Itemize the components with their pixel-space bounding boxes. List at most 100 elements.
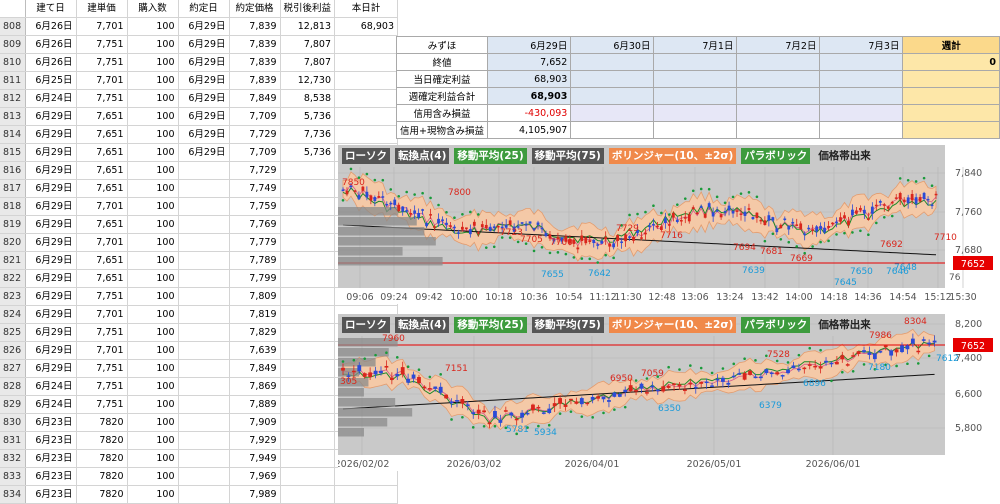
summary-value[interactable]: 68,903 <box>486 87 572 105</box>
row-number[interactable]: 830 <box>0 413 26 432</box>
cell[interactable]: 6月29日 <box>178 89 230 108</box>
table-row[interactable]: 811 6月25日 7,701 100 6月29日 7,839 12,730 <box>0 71 399 90</box>
cell[interactable] <box>334 35 399 54</box>
column-header[interactable]: 約定日 <box>178 0 230 18</box>
row-number[interactable]: 820 <box>0 233 26 252</box>
cell[interactable]: 100 <box>127 107 179 126</box>
row-number[interactable]: 831 <box>0 431 26 450</box>
table-row[interactable]: 810 6月26日 7,751 100 6月29日 7,839 7,807 <box>0 53 399 72</box>
cell[interactable]: 6月29日 <box>25 233 77 252</box>
cell[interactable]: 5,736 <box>280 107 336 126</box>
cell[interactable]: 7,751 <box>76 53 128 72</box>
cell[interactable]: 7,869 <box>229 377 281 396</box>
row-number[interactable]: 812 <box>0 89 26 108</box>
cell[interactable]: 7,769 <box>229 215 281 234</box>
cell[interactable] <box>334 53 399 72</box>
table-row[interactable]: 813 6月29日 7,651 100 6月29日 7,709 5,736 <box>0 107 399 126</box>
cell[interactable]: 7,839 <box>229 71 281 90</box>
cell[interactable] <box>280 431 336 450</box>
row-number[interactable]: 810 <box>0 53 26 72</box>
summary-week-value[interactable]: 0 <box>902 53 1000 71</box>
row-number[interactable]: 829 <box>0 395 26 414</box>
summary-empty-cell[interactable] <box>736 87 821 105</box>
row-number[interactable]: 821 <box>0 251 26 270</box>
summary-value[interactable]: 7,652 <box>486 53 572 71</box>
summary-empty-cell[interactable] <box>819 104 904 122</box>
cell[interactable]: 8,538 <box>280 89 336 108</box>
cell[interactable] <box>334 125 399 144</box>
cell[interactable]: 100 <box>127 269 179 288</box>
cell[interactable]: 7,651 <box>76 107 128 126</box>
cell[interactable] <box>280 449 336 468</box>
cell[interactable]: 7,751 <box>76 395 128 414</box>
cell[interactable] <box>334 89 399 108</box>
summary-empty-cell[interactable] <box>653 53 738 71</box>
summary-empty-cell[interactable] <box>570 53 655 71</box>
cell[interactable]: 7,736 <box>280 125 336 144</box>
table-row[interactable]: 812 6月24日 7,751 100 6月29日 7,849 8,538 <box>0 89 399 108</box>
cell[interactable]: 6月23日 <box>25 413 77 432</box>
cell[interactable] <box>334 107 399 126</box>
summary-empty-cell[interactable] <box>570 87 655 105</box>
cell[interactable]: 7,751 <box>76 377 128 396</box>
summary-empty-cell[interactable] <box>653 104 738 122</box>
cell[interactable] <box>178 413 230 432</box>
summary-row-label[interactable]: 週確定利益合計 <box>396 87 488 105</box>
cell[interactable]: 7,849 <box>229 359 281 378</box>
column-header[interactable]: 本日計 <box>334 0 399 18</box>
cell[interactable]: 7820 <box>76 431 128 450</box>
summary-empty-cell[interactable] <box>819 87 904 105</box>
cell[interactable]: 100 <box>127 215 179 234</box>
cell[interactable]: 6月26日 <box>25 17 77 36</box>
row-number[interactable]: 822 <box>0 269 26 288</box>
cell[interactable]: 7,651 <box>76 215 128 234</box>
cell[interactable] <box>178 251 230 270</box>
cell[interactable] <box>334 71 399 90</box>
cell[interactable]: 12,730 <box>280 71 336 90</box>
cell[interactable]: 7,701 <box>76 341 128 360</box>
cell[interactable] <box>178 431 230 450</box>
cell[interactable]: 100 <box>127 341 179 360</box>
cell[interactable]: 100 <box>127 485 179 504</box>
summary-week-value[interactable] <box>902 87 1000 105</box>
column-header[interactable]: 購入数 <box>127 0 179 18</box>
row-number[interactable]: 815 <box>0 143 26 162</box>
summary-empty-cell[interactable] <box>736 104 821 122</box>
row-number[interactable]: 825 <box>0 323 26 342</box>
cell[interactable]: 100 <box>127 377 179 396</box>
cell[interactable] <box>334 485 399 504</box>
summary-empty-cell[interactable] <box>653 70 738 88</box>
cell[interactable]: 6月29日 <box>25 305 77 324</box>
summary-row-label[interactable]: 終値 <box>396 53 488 71</box>
cell[interactable]: 7,949 <box>229 449 281 468</box>
row-number[interactable]: 834 <box>0 485 26 504</box>
row-number[interactable]: 817 <box>0 179 26 198</box>
summary-empty-cell[interactable] <box>570 70 655 88</box>
cell[interactable]: 6月25日 <box>25 71 77 90</box>
cell[interactable]: 68,903 <box>334 17 399 36</box>
cell[interactable] <box>178 395 230 414</box>
candlestick-toggle[interactable]: ローソク <box>342 317 390 333</box>
cell[interactable] <box>178 161 230 180</box>
summary-week-value[interactable] <box>902 104 1000 122</box>
cell[interactable]: 6月29日 <box>178 125 230 144</box>
summary-stock-name[interactable]: みずほ <box>396 36 488 54</box>
cell[interactable] <box>178 341 230 360</box>
table-row[interactable]: 834 6月23日 7820 100 7,989 <box>0 485 399 504</box>
row-number[interactable]: 811 <box>0 71 26 90</box>
cell[interactable]: 7820 <box>76 449 128 468</box>
row-number[interactable]: 816 <box>0 161 26 180</box>
cell[interactable]: 7,779 <box>229 233 281 252</box>
cell[interactable]: 100 <box>127 125 179 144</box>
cell[interactable] <box>280 359 336 378</box>
cell[interactable]: 100 <box>127 17 179 36</box>
cell[interactable]: 7,839 <box>229 17 281 36</box>
cell[interactable]: 100 <box>127 323 179 342</box>
row-number[interactable]: 814 <box>0 125 26 144</box>
cell[interactable]: 7,751 <box>76 35 128 54</box>
summary-value[interactable]: 68,903 <box>486 70 572 88</box>
cell[interactable]: 7,709 <box>229 143 281 162</box>
cell[interactable]: 7,849 <box>229 89 281 108</box>
cell[interactable]: 100 <box>127 53 179 72</box>
cell[interactable] <box>280 467 336 486</box>
